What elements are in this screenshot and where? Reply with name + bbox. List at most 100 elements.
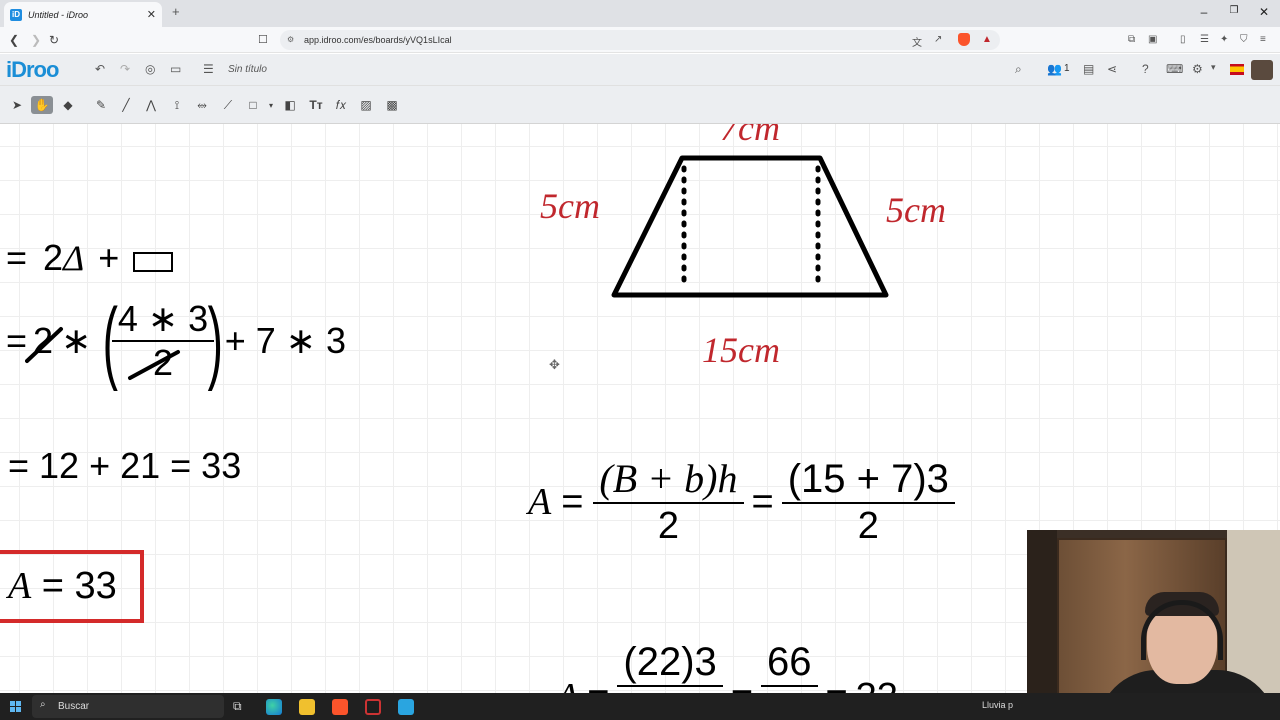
undo-icon[interactable]: ↶ <box>95 62 105 76</box>
select-tool-icon[interactable]: ➤ <box>8 97 26 113</box>
webcam-door-frame <box>1027 530 1057 720</box>
calc-fraction: (22)3 <box>617 640 723 693</box>
equals-sign: = <box>6 237 28 278</box>
reading-list-icon[interactable]: ☰ <box>1200 34 1209 45</box>
sticky-note-icon[interactable]: ◧ <box>281 97 299 113</box>
site-info-icon[interactable]: ⚙ <box>287 35 294 44</box>
calc-fraction-bar-2 <box>761 685 818 693</box>
calc-fraction-bar <box>617 685 723 693</box>
line-tool-icon[interactable]: ╱ <box>117 97 135 113</box>
close-window-icon[interactable]: ✕ <box>1254 5 1274 19</box>
shape-tool-icon[interactable]: □ <box>244 97 262 113</box>
brave-shields-icon[interactable] <box>958 33 970 46</box>
equation-line-1: = 2Δ + <box>6 237 174 278</box>
settings-icon[interactable]: ⚙ <box>1192 62 1203 76</box>
taskbar-search[interactable]: Buscar <box>32 695 224 718</box>
new-tab-icon[interactable]: + <box>172 4 180 19</box>
denominator: 2 <box>111 340 215 381</box>
forward-icon[interactable]: ❯ <box>31 33 41 47</box>
settings-dropdown-icon[interactable]: ▾ <box>1211 62 1216 73</box>
minimize-icon[interactable]: – <box>1194 5 1214 19</box>
rectangle-symbol <box>133 252 174 272</box>
variable-a: A <box>8 565 32 607</box>
browser-tab[interactable]: iD Untitled - iDroo ✕ <box>4 2 162 27</box>
connector-tool-icon[interactable]: ⟟ <box>168 97 186 113</box>
restore-icon[interactable]: ❐ <box>1224 5 1244 16</box>
numerator: 4 ∗ 3 <box>117 298 209 339</box>
board-title[interactable]: Sin título <box>228 64 267 75</box>
formula-numerator: (B + b)h <box>599 456 738 501</box>
idroo-logo[interactable]: iDroo <box>6 57 59 83</box>
close-paren: ) <box>207 290 224 392</box>
bottom-base-label: 15cm <box>702 330 780 370</box>
equals-sign: = <box>826 678 848 693</box>
formula-denominator: 2 <box>593 502 744 545</box>
file-explorer-icon[interactable] <box>299 699 315 715</box>
language-flag-icon[interactable] <box>1230 64 1244 75</box>
back-icon[interactable]: ❮ <box>9 33 19 47</box>
zoom-icon[interactable]: ⌕ <box>1015 62 1022 77</box>
windows-start-icon[interactable] <box>10 701 21 712</box>
users-icon[interactable]: 👥 <box>1047 62 1062 76</box>
eraser-tool-icon[interactable]: ◆ <box>59 97 77 113</box>
board-size-icon[interactable]: ▭ <box>170 62 181 76</box>
equation-line-3: = 12 + 21 = 33 <box>8 445 242 486</box>
reload-icon[interactable]: ↻ <box>49 33 59 47</box>
redo-icon[interactable]: ↷ <box>120 62 130 76</box>
translate-icon[interactable]: 文 <box>912 34 922 49</box>
cancelled-two: 2 <box>25 323 64 363</box>
rewards-icon[interactable]: ▲ <box>982 34 992 45</box>
calc-numerator: (22)3 <box>623 640 717 684</box>
image-tool-icon[interactable]: ▩ <box>383 97 401 113</box>
brave-browser-icon[interactable] <box>332 699 348 715</box>
chart-tool-icon[interactable]: ▨ <box>357 97 375 113</box>
area-formula: A = (B + b)h 2 = (15 + 7)3 2 <box>528 459 955 545</box>
graph-tool-icon[interactable]: ⟋ <box>219 97 237 113</box>
chat-icon[interactable]: ▤ <box>1083 62 1094 76</box>
obs-icon[interactable] <box>365 699 381 715</box>
variable-a: A <box>556 678 579 693</box>
vpn-shield-icon[interactable]: ⛉ <box>1240 34 1248 45</box>
pages-icon[interactable]: ◎ <box>145 62 155 76</box>
weather-widget[interactable]: Lluvia p <box>982 700 1013 710</box>
hand-tool-icon[interactable]: ✋ <box>31 96 53 114</box>
equation-line-2: = 2 ∗ ( 4 ∗ 3 2 ) + 7 ∗ 3 <box>6 284 346 398</box>
area-calculation: A = (22)3 = 66 = 33 <box>556 642 898 693</box>
users-count: 1 <box>1064 63 1070 74</box>
share-board-icon[interactable]: ⋖ <box>1107 62 1117 76</box>
text-tool-icon[interactable]: Tт <box>307 97 325 113</box>
strike-through-mark <box>25 327 64 363</box>
extensions-icon[interactable]: ⧉ <box>1128 34 1135 45</box>
search-icon: ⌕ <box>40 699 46 710</box>
menu-icon[interactable]: ≡ <box>1260 34 1266 45</box>
leo-ai-icon[interactable]: ✦ <box>1220 34 1228 45</box>
final-result: 33 <box>856 678 898 693</box>
pen-tool-icon[interactable]: ✎ <box>92 97 110 113</box>
bookmark-icon[interactable]: ☐ <box>258 33 268 46</box>
formula-fraction: (B + b)h 2 <box>593 456 744 545</box>
address-toolbar: ❮ ❯ ↻ ☐ app.idroo.com/es/boards/yVQ1sLIc… <box>0 27 1280 53</box>
curve-tool-icon[interactable]: ⥈ <box>193 97 211 113</box>
shape-dropdown-icon[interactable]: ▾ <box>262 97 280 113</box>
formula-tool-icon[interactable]: 𝑓𝑥 <box>332 97 350 113</box>
share-icon[interactable]: ↗ <box>934 34 942 45</box>
url-bar[interactable]: app.idroo.com/es/boards/yVQ1sLIcal <box>280 30 1000 50</box>
strike-through-mark <box>127 350 180 380</box>
menu-icon[interactable]: ☰ <box>203 62 214 76</box>
sidebar-icon[interactable]: ▯ <box>1180 34 1186 45</box>
wallet-icon[interactable]: ▣ <box>1148 34 1157 45</box>
edge-icon[interactable] <box>266 699 282 715</box>
close-tab-icon[interactable]: ✕ <box>147 8 156 21</box>
idroo-header: iDroo ↶ ↷ ◎ ▭ ☰ Sin título ⌕ 👥 1 ▤ ⋖ ? ⌨… <box>0 54 1280 86</box>
avatar[interactable] <box>1251 60 1273 80</box>
triangle-symbol: Δ <box>63 238 85 278</box>
remaining-terms: + 7 ∗ 3 <box>224 320 346 361</box>
result-value: = 33 <box>31 565 117 607</box>
trapezoid-outline <box>611 155 889 298</box>
result-equation: A = 33 <box>8 567 117 605</box>
photos-icon[interactable] <box>398 699 414 715</box>
keyboard-icon[interactable]: ⌨ <box>1166 62 1183 76</box>
task-view-icon[interactable]: ⧉ <box>233 699 249 715</box>
help-icon[interactable]: ? <box>1142 62 1149 76</box>
compass-tool-icon[interactable]: ⋀ <box>142 97 160 113</box>
